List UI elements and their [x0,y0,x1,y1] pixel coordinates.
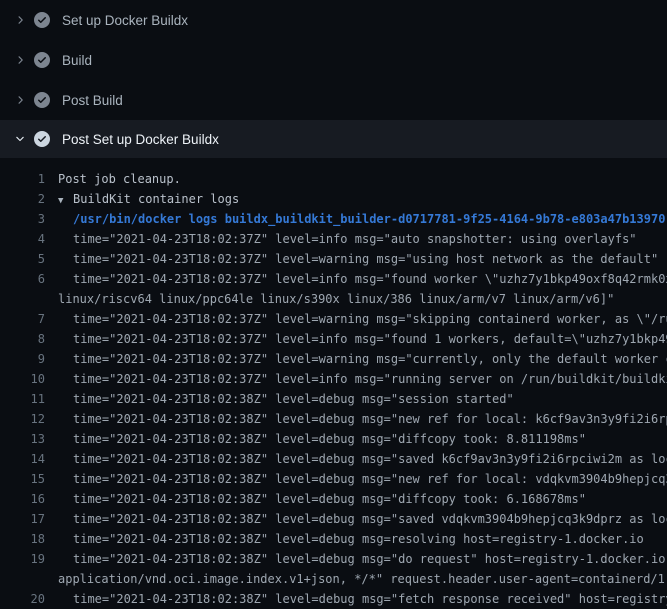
line-number[interactable]: 6 [0,269,45,289]
line-number[interactable]: 20 [0,589,45,609]
log-line: 2 ▼BuildKit container logs [0,189,667,209]
steps-list: Set up Docker Buildx Build Post Build Po… [0,0,667,158]
log-message-text: time="2021-04-23T18:02:38Z" level=debug … [73,392,514,406]
line-number[interactable]: 18 [0,529,45,549]
log-line: 4 time="2021-04-23T18:02:37Z" level=info … [0,229,667,249]
step-header-build[interactable]: Build [0,40,667,80]
log-message-text: time="2021-04-23T18:02:37Z" level=info m… [73,372,667,386]
log-message-text: time="2021-04-23T18:02:38Z" level=debug … [73,552,667,566]
log-line: 20 time="2021-04-23T18:02:38Z" level=debu… [0,589,667,609]
line-number [0,289,45,309]
log-line: 19 time="2021-04-23T18:02:38Z" level=debu… [0,549,667,569]
log-line: 1 Post job cleanup. [0,169,667,189]
log-line: 13 time="2021-04-23T18:02:38Z" level=debu… [0,429,667,449]
log-message-text: time="2021-04-23T18:02:38Z" level=debug … [73,472,667,486]
line-number[interactable]: 19 [0,549,45,569]
log-message-text: time="2021-04-23T18:02:37Z" level=info m… [73,272,667,286]
log-line: 6 time="2021-04-23T18:02:37Z" level=info … [0,269,667,289]
line-number[interactable]: 15 [0,469,45,489]
log-message-text: time="2021-04-23T18:02:37Z" level=info m… [73,232,637,246]
line-number[interactable]: 1 [0,169,45,189]
step-header-post-set-up-docker-buildx[interactable]: Post Set up Docker Buildx [0,120,667,158]
check-circle-icon [34,92,50,108]
line-number[interactable]: 11 [0,389,45,409]
log-message-text: application/vnd.oci.image.index.v1+json,… [58,572,667,586]
log-line: 14 time="2021-04-23T18:02:38Z" level=debu… [0,449,667,469]
log-message-text: linux/riscv64 linux/ppc64le linux/s390x … [58,292,614,306]
log-message-text: time="2021-04-23T18:02:37Z" level=info m… [73,332,667,346]
line-number[interactable]: 3 [0,209,45,229]
chevron-right-icon [12,92,28,108]
log-line: 7 time="2021-04-23T18:02:37Z" level=warni… [0,309,667,329]
line-number[interactable]: 12 [0,409,45,429]
line-number[interactable]: 13 [0,429,45,449]
log-line: 17 time="2021-04-23T18:02:38Z" level=debu… [0,509,667,529]
check-circle-icon [34,12,50,28]
log-line: application/vnd.oci.image.index.v1+json,… [0,569,667,589]
log-message-text: time="2021-04-23T18:02:37Z" level=warnin… [73,312,667,326]
log-line: linux/riscv64 linux/ppc64le linux/s390x … [0,289,667,309]
log-line: 16 time="2021-04-23T18:02:38Z" level=debu… [0,489,667,509]
line-number [0,569,45,589]
chevron-right-icon [12,52,28,68]
log-message-text: time="2021-04-23T18:02:38Z" level=debug … [73,452,667,466]
log-line: 11 time="2021-04-23T18:02:38Z" level=debu… [0,389,667,409]
line-number[interactable]: 8 [0,329,45,349]
line-number[interactable]: 9 [0,349,45,369]
line-number[interactable]: 10 [0,369,45,389]
log-line: 8 time="2021-04-23T18:02:37Z" level=info … [0,329,667,349]
log-message-text: BuildKit container logs [73,192,239,206]
log-message-text: time="2021-04-23T18:02:38Z" level=debug … [73,492,586,506]
log-line: 5 time="2021-04-23T18:02:37Z" level=warni… [0,249,667,269]
log-message-text: Post job cleanup. [58,172,181,186]
log-message-text: time="2021-04-23T18:02:38Z" level=debug … [73,432,586,446]
line-number[interactable]: 4 [0,229,45,249]
log-line: 3/usr/bin/docker logs buildx_buildkit_bu… [0,209,667,229]
log-message-text: time="2021-04-23T18:02:37Z" level=warnin… [73,352,667,366]
line-number[interactable]: 5 [0,249,45,269]
log-message-text: time="2021-04-23T18:02:37Z" level=warnin… [73,252,658,266]
log-message-text: time="2021-04-23T18:02:38Z" level=debug … [73,592,667,606]
log-command-text: /usr/bin/docker logs buildx_buildkit_bui… [73,212,665,226]
line-number[interactable]: 14 [0,449,45,469]
step-title: Post Set up Docker Buildx [62,132,219,147]
line-number[interactable]: 17 [0,509,45,529]
step-title: Set up Docker Buildx [62,13,188,28]
log-line: 12 time="2021-04-23T18:02:38Z" level=debu… [0,409,667,429]
log-group-toggle-icon[interactable]: ▼ [58,191,73,209]
line-number[interactable]: 2 [0,189,45,209]
chevron-right-icon [12,12,28,28]
line-number[interactable]: 7 [0,309,45,329]
line-number[interactable]: 16 [0,489,45,509]
step-header-set-up-docker-buildx[interactable]: Set up Docker Buildx [0,0,667,40]
log-message-text: time="2021-04-23T18:02:38Z" level=debug … [73,532,644,546]
log-message-text: time="2021-04-23T18:02:38Z" level=debug … [73,412,667,426]
step-title: Post Build [62,93,123,108]
log-message-text: time="2021-04-23T18:02:38Z" level=debug … [73,512,667,526]
log-line: 18 time="2021-04-23T18:02:38Z" level=debu… [0,529,667,549]
log-viewer: 1 Post job cleanup. 2 ▼BuildKit container l… [0,158,667,609]
chevron-down-icon [12,131,28,147]
log-line: 9 time="2021-04-23T18:02:37Z" level=warni… [0,349,667,369]
log-line: 10 time="2021-04-23T18:02:37Z" level=info… [0,369,667,389]
step-title: Build [62,53,92,68]
check-circle-icon [34,52,50,68]
check-circle-icon [34,131,50,147]
log-line: 15 time="2021-04-23T18:02:38Z" level=debu… [0,469,667,489]
step-header-post-build[interactable]: Post Build [0,80,667,120]
